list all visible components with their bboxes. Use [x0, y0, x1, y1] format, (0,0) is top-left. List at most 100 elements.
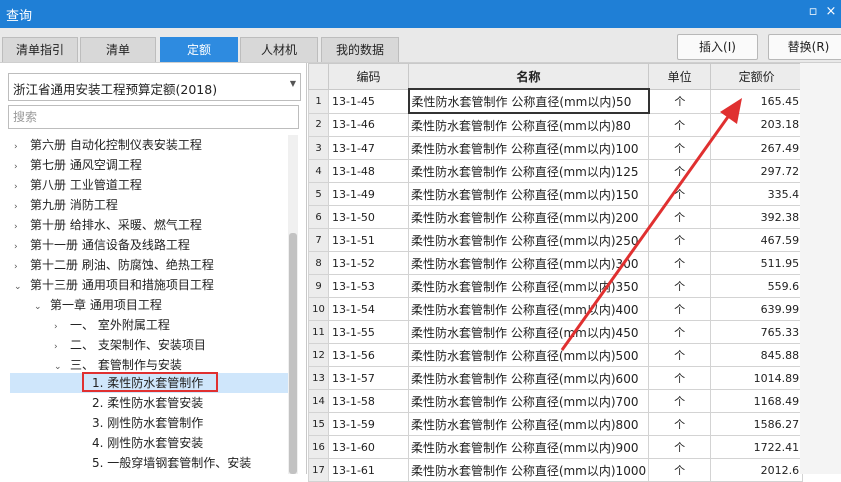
tree-node[interactable]: 5. 一般穿墙钢套管制作、安装: [92, 453, 251, 473]
chevron-right-icon[interactable]: ›: [14, 157, 24, 177]
cell-name[interactable]: 柔性防水套管制作 公称直径(mm以内)250: [407, 228, 650, 252]
chevron-down-icon[interactable]: ⌄: [14, 277, 24, 297]
cell-price[interactable]: 2012.6: [710, 458, 804, 482]
cell-price[interactable]: 765.33: [710, 320, 804, 344]
cell-name[interactable]: 柔性防水套管制作 公称直径(mm以内)50: [407, 88, 650, 114]
column-header-name[interactable]: 名称: [407, 63, 650, 90]
chevron-right-icon[interactable]: ›: [14, 217, 24, 237]
cell-name[interactable]: 柔性防水套管制作 公称直径(mm以内)800: [407, 412, 650, 436]
column-header-code[interactable]: 编码: [328, 63, 409, 90]
close-icon[interactable]: ×: [824, 4, 838, 20]
cell-price[interactable]: 1586.27: [710, 412, 804, 436]
cell-price[interactable]: 559.6: [710, 274, 804, 298]
cell-unit[interactable]: 个: [648, 205, 712, 229]
cell-code[interactable]: 13-1-45: [328, 88, 409, 114]
search-input[interactable]: [8, 105, 299, 129]
cell-code[interactable]: 13-1-61: [328, 458, 409, 482]
column-header-price[interactable]: 定额价: [710, 63, 804, 90]
cell-unit[interactable]: 个: [648, 159, 712, 183]
table-row[interactable]: 7 13-1-51 柔性防水套管制作 公称直径(mm以内)250 个 467.59: [308, 228, 804, 252]
cell-unit[interactable]: 个: [648, 136, 712, 160]
cell-unit[interactable]: 个: [648, 412, 712, 436]
tree-node[interactable]: › 一、 室外附属工程: [54, 315, 170, 335]
cell-code[interactable]: 13-1-55: [328, 320, 409, 344]
table-row[interactable]: 13 13-1-57 柔性防水套管制作 公称直径(mm以内)600 个 1014.89: [308, 366, 804, 390]
tree-node[interactable]: 2. 柔性防水套管安装: [92, 393, 203, 413]
column-header-unit[interactable]: 单位: [648, 63, 712, 90]
cell-price[interactable]: 639.99: [710, 297, 804, 321]
tree-scrollbar-thumb[interactable]: [289, 233, 297, 474]
tree-node[interactable]: › 第十一册 通信设备及线路工程: [14, 235, 190, 255]
cell-price[interactable]: 511.95: [710, 251, 804, 275]
cell-unit[interactable]: 个: [648, 320, 712, 344]
chevron-right-icon[interactable]: ›: [14, 177, 24, 197]
cell-unit[interactable]: 个: [648, 366, 712, 390]
table-row[interactable]: 9 13-1-53 柔性防水套管制作 公称直径(mm以内)350 个 559.6: [308, 274, 804, 298]
cell-code[interactable]: 13-1-50: [328, 205, 409, 229]
cell-name[interactable]: 柔性防水套管制作 公称直径(mm以内)600: [407, 366, 650, 390]
cell-code[interactable]: 13-1-48: [328, 159, 409, 183]
chevron-right-icon[interactable]: ›: [14, 137, 24, 157]
table-row[interactable]: 8 13-1-52 柔性防水套管制作 公称直径(mm以内)300 个 511.95: [308, 251, 804, 275]
cell-name[interactable]: 柔性防水套管制作 公称直径(mm以内)300: [407, 251, 650, 275]
cell-code[interactable]: 13-1-59: [328, 412, 409, 436]
cell-name[interactable]: 柔性防水套管制作 公称直径(mm以内)200: [407, 205, 650, 229]
table-row[interactable]: 12 13-1-56 柔性防水套管制作 公称直径(mm以内)500 个 845.88: [308, 343, 804, 367]
cell-unit[interactable]: 个: [648, 182, 712, 206]
cell-code[interactable]: 13-1-57: [328, 366, 409, 390]
cell-code[interactable]: 13-1-56: [328, 343, 409, 367]
cell-price[interactable]: 1014.89: [710, 366, 804, 390]
cell-unit[interactable]: 个: [648, 274, 712, 298]
cell-name[interactable]: 柔性防水套管制作 公称直径(mm以内)700: [407, 389, 650, 413]
chevron-right-icon[interactable]: ›: [14, 197, 24, 217]
cell-name[interactable]: 柔性防水套管制作 公称直径(mm以内)900: [407, 435, 650, 459]
tab-quota[interactable]: 定额: [160, 37, 238, 62]
cell-name[interactable]: 柔性防水套管制作 公称直径(mm以内)350: [407, 274, 650, 298]
cell-unit[interactable]: 个: [648, 88, 712, 114]
table-row[interactable]: 4 13-1-48 柔性防水套管制作 公称直径(mm以内)125 个 297.72: [308, 159, 804, 183]
table-row[interactable]: 16 13-1-60 柔性防水套管制作 公称直径(mm以内)900 个 1722.41: [308, 435, 804, 459]
cell-price[interactable]: 1168.49: [710, 389, 804, 413]
table-row[interactable]: 14 13-1-58 柔性防水套管制作 公称直径(mm以内)700 个 1168.49: [308, 389, 804, 413]
tree-node[interactable]: › 二、 支架制作、安装项目: [54, 335, 206, 355]
table-row[interactable]: 5 13-1-49 柔性防水套管制作 公称直径(mm以内)150 个 335.4: [308, 182, 804, 206]
cell-price[interactable]: 297.72: [710, 159, 804, 183]
cell-name[interactable]: 柔性防水套管制作 公称直径(mm以内)125: [407, 159, 650, 183]
table-row[interactable]: 10 13-1-54 柔性防水套管制作 公称直径(mm以内)400 个 639.99: [308, 297, 804, 321]
cell-unit[interactable]: 个: [648, 435, 712, 459]
table-row[interactable]: 11 13-1-55 柔性防水套管制作 公称直径(mm以内)450 个 765.33: [308, 320, 804, 344]
cell-price[interactable]: 392.38: [710, 205, 804, 229]
cell-unit[interactable]: 个: [648, 458, 712, 482]
cell-name[interactable]: 柔性防水套管制作 公称直径(mm以内)150: [407, 182, 650, 206]
table-row[interactable]: 1 13-1-45 柔性防水套管制作 公称直径(mm以内)50 个 165.45: [308, 88, 804, 114]
tree-node[interactable]: › 第十册 给排水、采暖、燃气工程: [14, 215, 202, 235]
cell-unit[interactable]: 个: [648, 389, 712, 413]
cell-price[interactable]: 335.4: [710, 182, 804, 206]
cell-code[interactable]: 13-1-51: [328, 228, 409, 252]
cell-name[interactable]: 柔性防水套管制作 公称直径(mm以内)100: [407, 136, 650, 160]
cell-name[interactable]: 柔性防水套管制作 公称直径(mm以内)80: [407, 112, 650, 137]
tree-node[interactable]: › 第七册 通风空调工程: [14, 155, 142, 175]
cell-code[interactable]: 13-1-49: [328, 182, 409, 206]
chevron-right-icon[interactable]: ›: [14, 237, 24, 257]
minimize-icon[interactable]: ▫: [806, 4, 820, 20]
cell-name[interactable]: 柔性防水套管制作 公称直径(mm以内)500: [407, 343, 650, 367]
cell-code[interactable]: 13-1-46: [328, 112, 409, 137]
tab-list[interactable]: 清单: [80, 37, 156, 62]
cell-price[interactable]: 845.88: [710, 343, 804, 367]
tab-labor-material-machine[interactable]: 人材机: [240, 37, 318, 62]
cell-price[interactable]: 267.49: [710, 136, 804, 160]
tree-node[interactable]: › 第十二册 刷油、防腐蚀、绝热工程: [14, 255, 214, 275]
chevron-right-icon[interactable]: ›: [54, 337, 64, 357]
cell-unit[interactable]: 个: [648, 251, 712, 275]
cell-code[interactable]: 13-1-54: [328, 297, 409, 321]
table-row[interactable]: 6 13-1-50 柔性防水套管制作 公称直径(mm以内)200 个 392.38: [308, 205, 804, 229]
table-row[interactable]: 15 13-1-59 柔性防水套管制作 公称直径(mm以内)800 个 1586.27: [308, 412, 804, 436]
cell-code[interactable]: 13-1-58: [328, 389, 409, 413]
chevron-down-icon[interactable]: ⌄: [34, 297, 44, 317]
table-row[interactable]: 17 13-1-61 柔性防水套管制作 公称直径(mm以内)1000 个 2012.6: [308, 458, 804, 482]
quota-book-select[interactable]: 浙江省通用安装工程预算定额(2018) ▼: [8, 73, 301, 101]
tab-list-guide[interactable]: 清单指引: [2, 37, 78, 62]
tree-node[interactable]: 3. 刚性防水套管制作: [92, 413, 203, 433]
cell-unit[interactable]: 个: [648, 343, 712, 367]
